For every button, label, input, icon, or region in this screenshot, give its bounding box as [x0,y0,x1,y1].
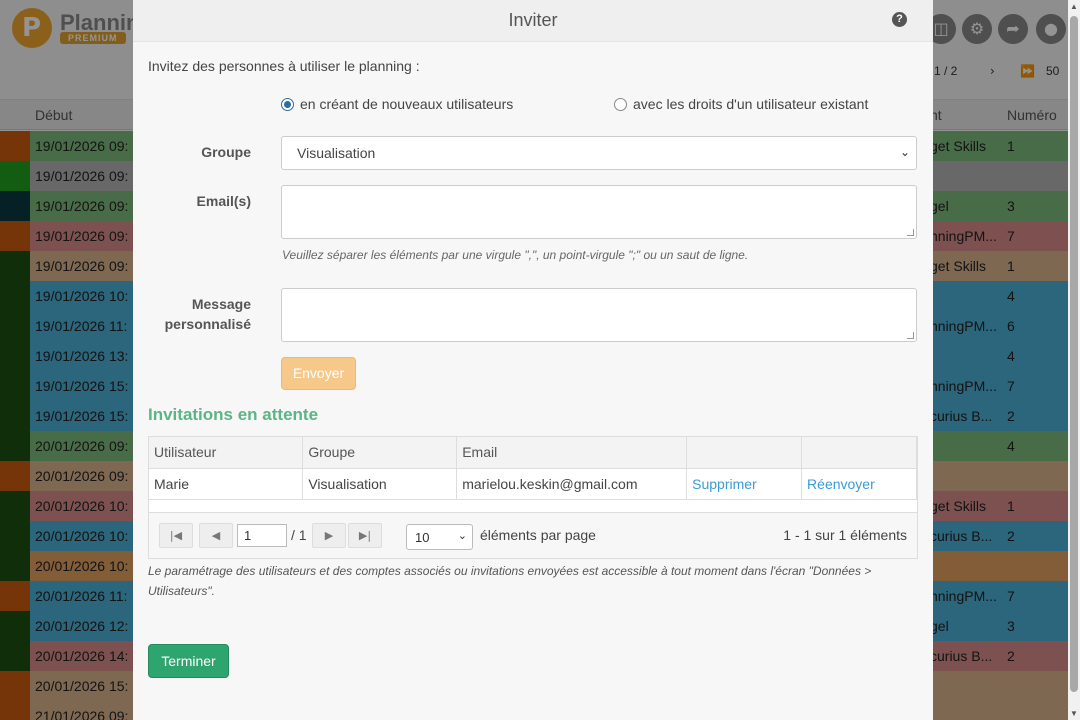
page-size-select[interactable]: 10 ⌄ [406,524,473,550]
cell-user: Marie [149,468,304,500]
invitations-table: Utilisateur Groupe Email Marie Visualisa… [149,437,917,500]
dialog-title: Inviter [508,10,558,30]
emails-label: Email(s) [196,193,251,209]
header-resend [801,437,917,469]
page-size-value: 10 [415,530,430,545]
page-total: / 1 [291,527,307,543]
intro-text: Invitez des personnes à utiliser le plan… [148,58,420,74]
cell-email: marielou.keskin@gmail.com [456,468,688,500]
chevron-down-icon: ⌄ [457,529,467,542]
cell-group: Visualisation [302,468,458,500]
scrollbar-thumb[interactable] [1070,16,1078,692]
per-page-label: éléments par page [480,527,596,543]
radio-existing-user[interactable]: avec les droits d'un utilisateur existan… [614,96,868,112]
message-label-line1: Message [191,296,251,312]
chevron-down-icon: ⌄ [899,145,910,159]
footer-note: Le paramétrage des utilisateurs et des c… [148,564,872,598]
prev-page-icon[interactable]: ◀ [199,523,233,548]
radio-unselected-icon[interactable] [614,97,627,111]
radio-existing-user-label: avec les droits d'un utilisateur existan… [633,96,869,112]
message-label-line2: personnalisé [164,316,251,332]
scroll-up-icon[interactable]: ▲ [1070,2,1078,11]
dialog-header: Inviter ? [133,0,933,42]
header-email[interactable]: Email [456,437,688,469]
table-header-row: Utilisateur Groupe Email [149,437,917,469]
group-label: Groupe [201,144,251,160]
radio-new-users-label: en créant de nouveaux utilisateurs [300,96,514,112]
emails-hint: Veuillez séparer les éléments par une vi… [282,248,749,262]
header-user[interactable]: Utilisateur [149,437,304,469]
group-select-value: Visualisation [297,145,376,161]
emails-field[interactable] [281,185,917,239]
first-page-icon[interactable]: |◀ [159,523,193,548]
last-page-icon[interactable]: ▶| [348,523,382,548]
help-icon[interactable]: ? [892,12,907,27]
pager-info: 1 - 1 sur 1 éléments [783,527,907,543]
send-button[interactable]: Envoyer [281,357,356,390]
header-delete [686,437,803,469]
invite-dialog: Inviter ? Invitez des personnes à utilis… [133,0,933,720]
header-group[interactable]: Groupe [302,437,458,469]
grid-pager: |◀ ◀ 1 / 1 ▶ ▶| 10 ⌄ éléments par page 1… [149,512,917,558]
scroll-down-icon[interactable]: ▼ [1070,709,1078,718]
pending-invitations-grid: Utilisateur Groupe Email Marie Visualisa… [148,436,918,559]
page-input[interactable]: 1 [237,524,287,547]
resend-link[interactable]: Réenvoyer [801,468,917,500]
table-row: Marie Visualisation marielou.keskin@gmai… [149,468,917,500]
radio-new-users[interactable]: en créant de nouveaux utilisateurs [281,96,513,112]
finish-button[interactable]: Terminer [148,644,229,678]
message-field[interactable] [281,288,917,342]
pending-invitations-title: Invitations en attente [148,405,319,424]
delete-link[interactable]: Supprimer [686,468,803,500]
next-page-icon[interactable]: ▶ [312,523,346,548]
page-scrollbar[interactable]: ▲ ▼ [1068,0,1080,720]
group-select[interactable]: Visualisation ⌄ [281,136,917,170]
radio-selected-icon[interactable] [281,97,294,111]
